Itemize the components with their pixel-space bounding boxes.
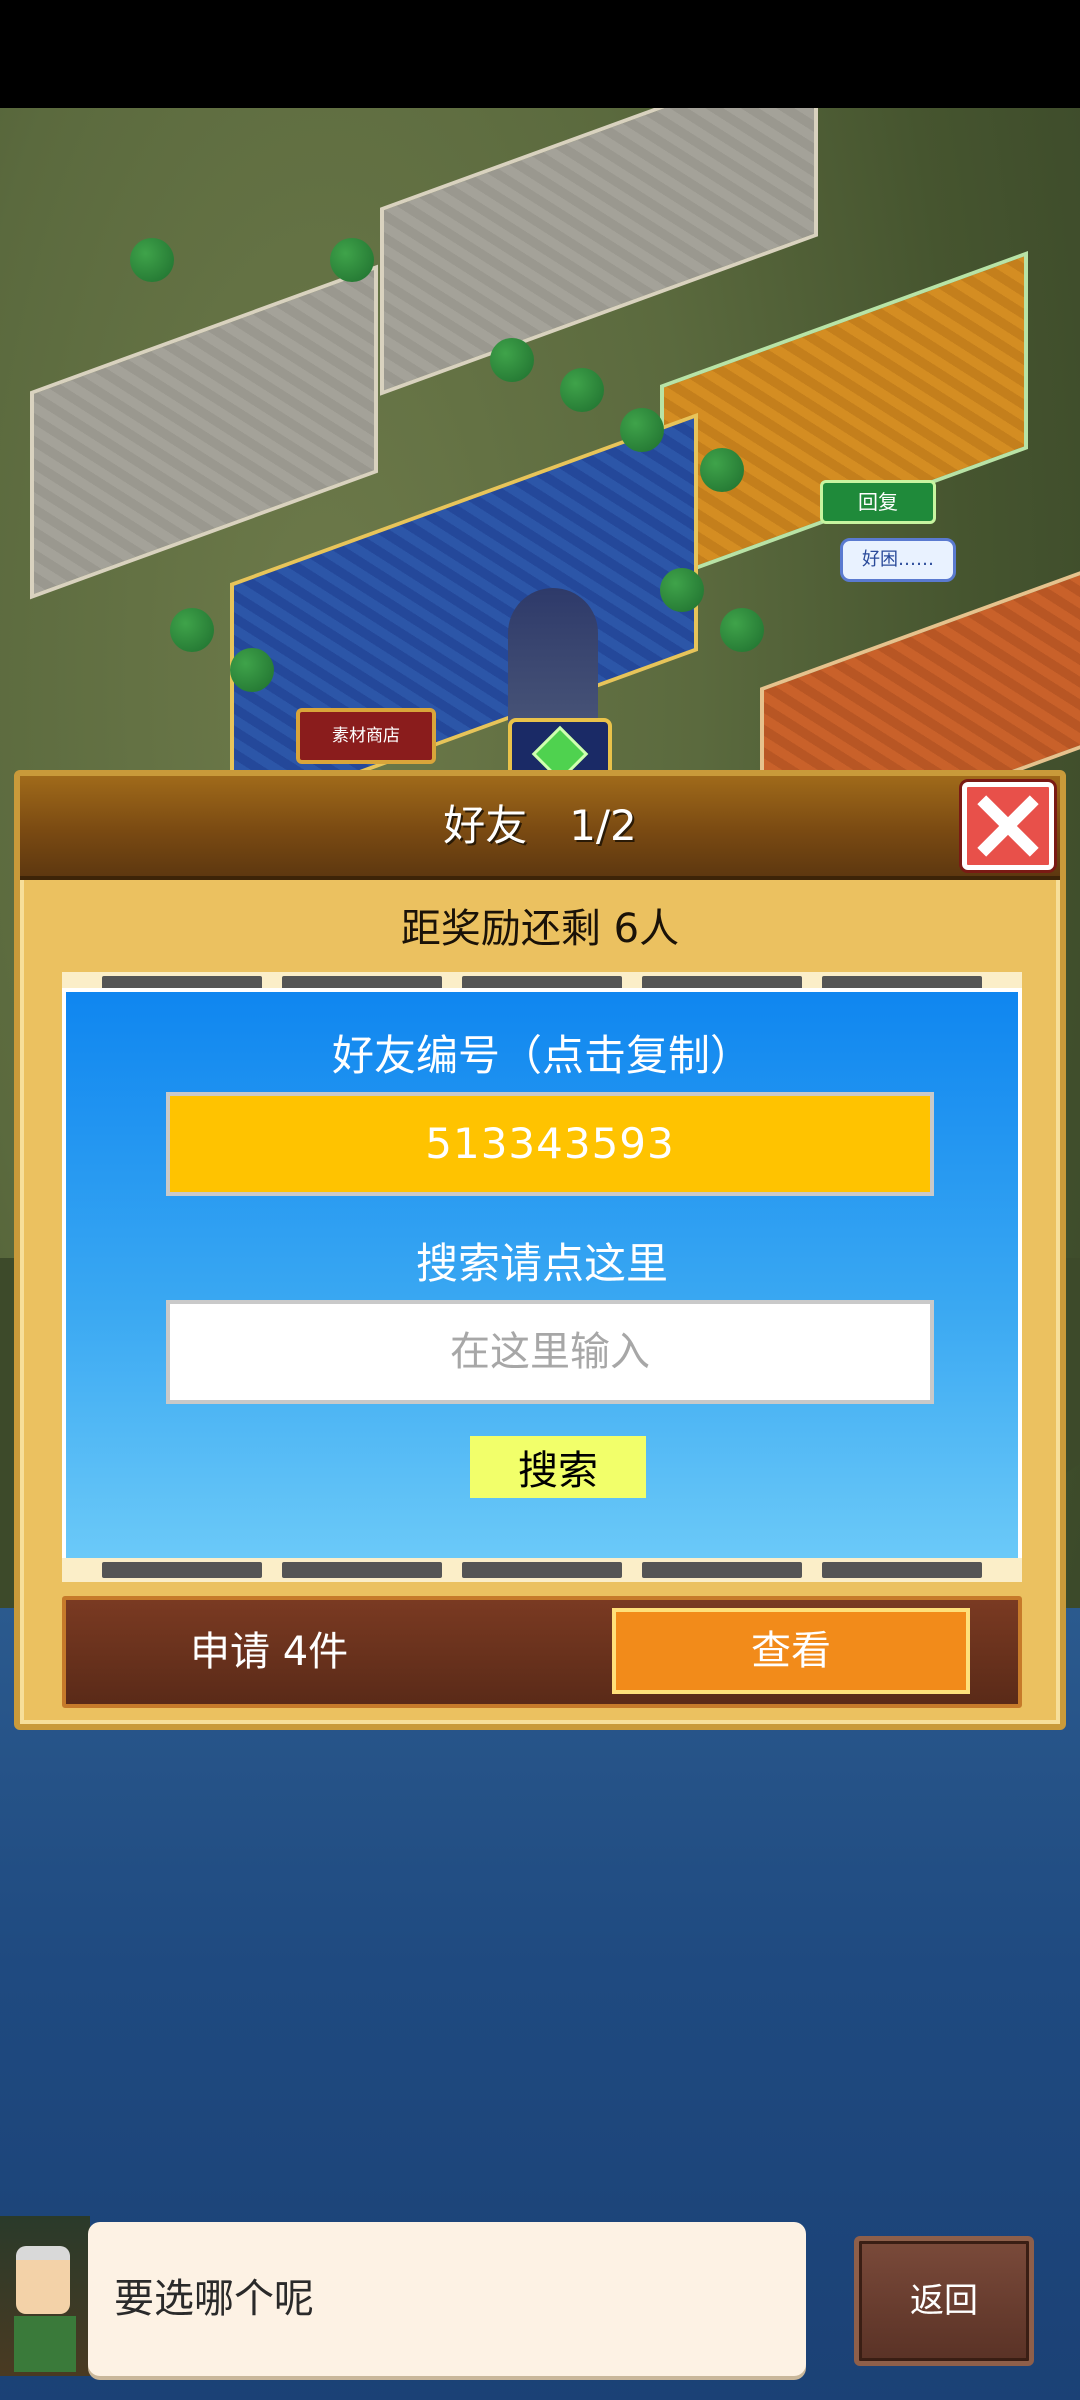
back-button[interactable]: 返回 xyxy=(854,2236,1034,2366)
advisor-avatar xyxy=(0,2216,90,2376)
friend-id-copy-field[interactable]: 513343593 xyxy=(166,1092,934,1196)
friend-request-bar: 申请 4件 查看 xyxy=(62,1596,1022,1708)
search-input[interactable] xyxy=(166,1300,934,1404)
tree xyxy=(490,338,534,382)
search-label: 搜索请点这里 xyxy=(415,1239,668,1288)
status-bar xyxy=(0,0,1080,108)
speech-bubble: 好困…… xyxy=(840,538,956,582)
friend-search-panel: 好友编号（点击复制） 513343593 搜索请点这里 搜索 xyxy=(62,988,1022,1568)
tree xyxy=(170,608,214,652)
building-room[interactable] xyxy=(660,251,1028,583)
search-button[interactable]: 搜索 xyxy=(470,1436,646,1498)
material-shop-sign[interactable]: 素材商店 xyxy=(296,708,436,764)
tree xyxy=(130,238,174,282)
message-text: 要选哪个呢 xyxy=(114,2276,314,2322)
tree xyxy=(330,238,374,282)
tree xyxy=(660,568,704,612)
close-button[interactable] xyxy=(962,782,1054,870)
reward-remaining-text: 距奖励还剩 6人 xyxy=(400,906,680,952)
view-requests-button[interactable]: 查看 xyxy=(612,1608,970,1694)
dialog-title: 好友 1/2 xyxy=(443,801,637,850)
tree xyxy=(700,448,744,492)
tree xyxy=(720,608,764,652)
request-count-text: 申请 4件 xyxy=(190,1629,349,1675)
tree xyxy=(620,408,664,452)
tree xyxy=(560,368,604,412)
close-icon xyxy=(977,795,1039,857)
friend-dialog: 好友 1/2 距奖励还剩 6人 好友编号（点击复制） 513343593 搜索请… xyxy=(14,770,1066,1730)
film-strip-bottom xyxy=(62,1558,1022,1582)
tree xyxy=(230,648,274,692)
friend-id-label: 好友编号（点击复制） xyxy=(331,1031,752,1080)
reply-bubble: 回复 xyxy=(820,480,936,524)
message-box: 要选哪个呢 xyxy=(88,2222,806,2376)
